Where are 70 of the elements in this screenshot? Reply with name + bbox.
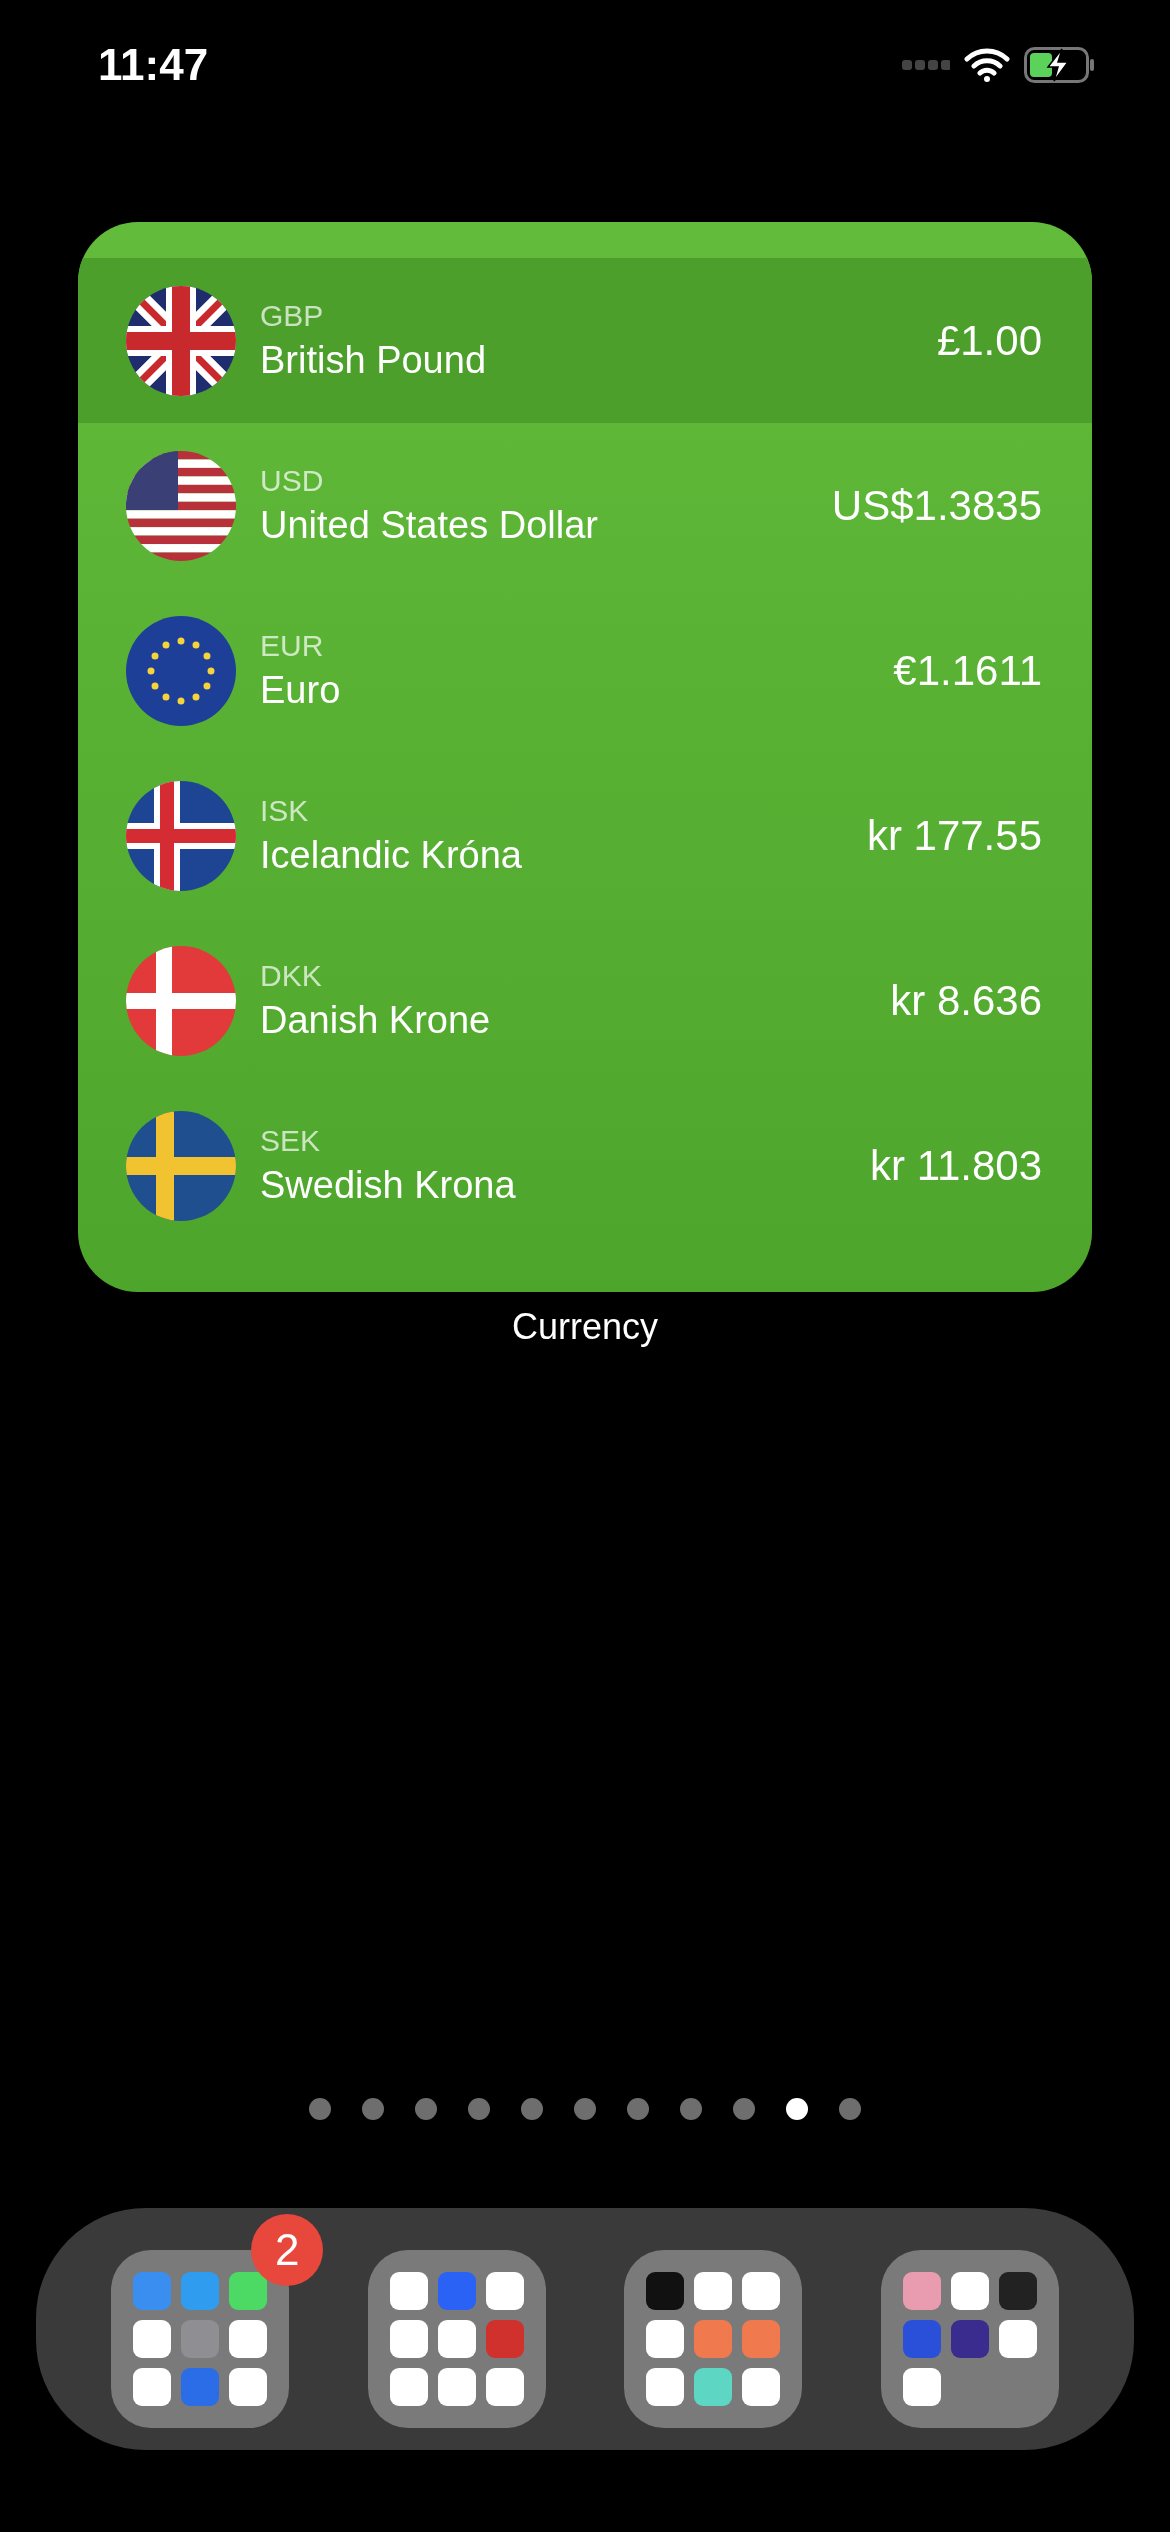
currency-name: United States Dollar [260,504,599,547]
app-icon[interactable] [902,2368,941,2406]
app-icon[interactable] [229,2368,268,2406]
flag-icon [126,450,236,561]
currency-amount: £1.00 [936,316,1042,365]
page-dot[interactable] [680,2098,702,2120]
app-icon[interactable] [646,2272,685,2310]
currency-code: GBP [260,299,325,333]
currency-amount: kr 177.55 [866,811,1042,860]
notification-badge: 2 [251,2214,324,2286]
currency-row[interactable]: DKK Danish Krone kr 8.636 [78,918,1092,1083]
app-icon[interactable] [389,2368,428,2406]
battery-charging-icon [1024,47,1094,83]
app-icon[interactable] [133,2320,172,2358]
currency-row[interactable]: USD United States Dollar US$1.3835 [78,423,1092,588]
app-icon[interactable] [437,2320,476,2358]
currency-amount: kr 11.803 [870,1141,1042,1190]
wifi-icon [964,48,1010,82]
currency-name: British Pound [260,339,487,382]
app-icon[interactable] [950,2320,989,2358]
signal-icon [902,60,950,70]
currency-row[interactable]: SEK Swedish Krona kr 11.803 [78,1083,1092,1248]
page-dot[interactable] [468,2098,490,2120]
currency-code: SEK [260,1124,322,1158]
currency-name: Icelandic Króna [260,834,523,877]
currency-amount: kr 8.636 [890,976,1042,1025]
app-icon[interactable] [694,2272,733,2310]
app-icon[interactable] [950,2272,989,2310]
page-dot[interactable] [627,2098,649,2120]
app-icon[interactable] [998,2272,1037,2310]
currency-name: Swedish Krona [260,1164,517,1207]
app-icon[interactable] [229,2272,268,2310]
app-icon[interactable] [646,2320,685,2358]
app-icon[interactable] [437,2368,476,2406]
app-icon[interactable] [133,2368,172,2406]
page-dot[interactable] [309,2098,331,2120]
app-folder[interactable] [880,2250,1059,2428]
currency-code: EUR [260,629,325,663]
currency-amount: US$1.3835 [831,481,1042,530]
app-icon[interactable] [485,2272,524,2310]
app-icon[interactable] [229,2320,268,2358]
app-icon[interactable] [998,2320,1037,2358]
status-time: 11:47 [98,40,209,90]
app-icon[interactable] [389,2320,428,2358]
widget-label: Currency [511,1306,658,1348]
app-folder[interactable] [367,2250,546,2428]
currency-row[interactable]: ISK Icelandic Króna kr 177.55 [78,753,1092,918]
page-dot[interactable] [521,2098,543,2120]
currency-code: ISK [260,794,310,828]
currency-name: Euro [260,669,342,712]
page-dot[interactable] [362,2098,384,2120]
app-icon[interactable] [389,2272,428,2310]
page-dot[interactable] [574,2098,596,2120]
page-dot[interactable] [839,2098,861,2120]
currency-widget[interactable]: GBP British Pound £1.00 USD United States Dollar US$1.3835 EUR Euro €1.1611 ISK Icelandic Króna kr 177.55 DKK Danish Krone kr 8.636 SEK Swedish Krona kr 11.803 [78,222,1092,1292]
page-dot[interactable] [786,2098,808,2120]
currency-code: USD [260,464,325,498]
page-dot[interactable] [415,2098,437,2120]
app-icon[interactable] [742,2272,781,2310]
currency-name: Danish Krone [260,999,492,1042]
page-dot[interactable] [733,2098,755,2120]
currency-code: DKK [260,959,323,993]
currency-row[interactable]: GBP British Pound £1.00 [78,258,1092,423]
currency-row[interactable]: EUR Euro €1.1611 [78,588,1092,753]
app-icon[interactable] [485,2368,524,2406]
currency-amount: €1.1611 [893,646,1042,695]
app-folder[interactable] [624,2250,803,2428]
app-icon[interactable] [694,2368,733,2406]
app-icon[interactable] [646,2368,685,2406]
app-icon[interactable] [742,2368,781,2406]
